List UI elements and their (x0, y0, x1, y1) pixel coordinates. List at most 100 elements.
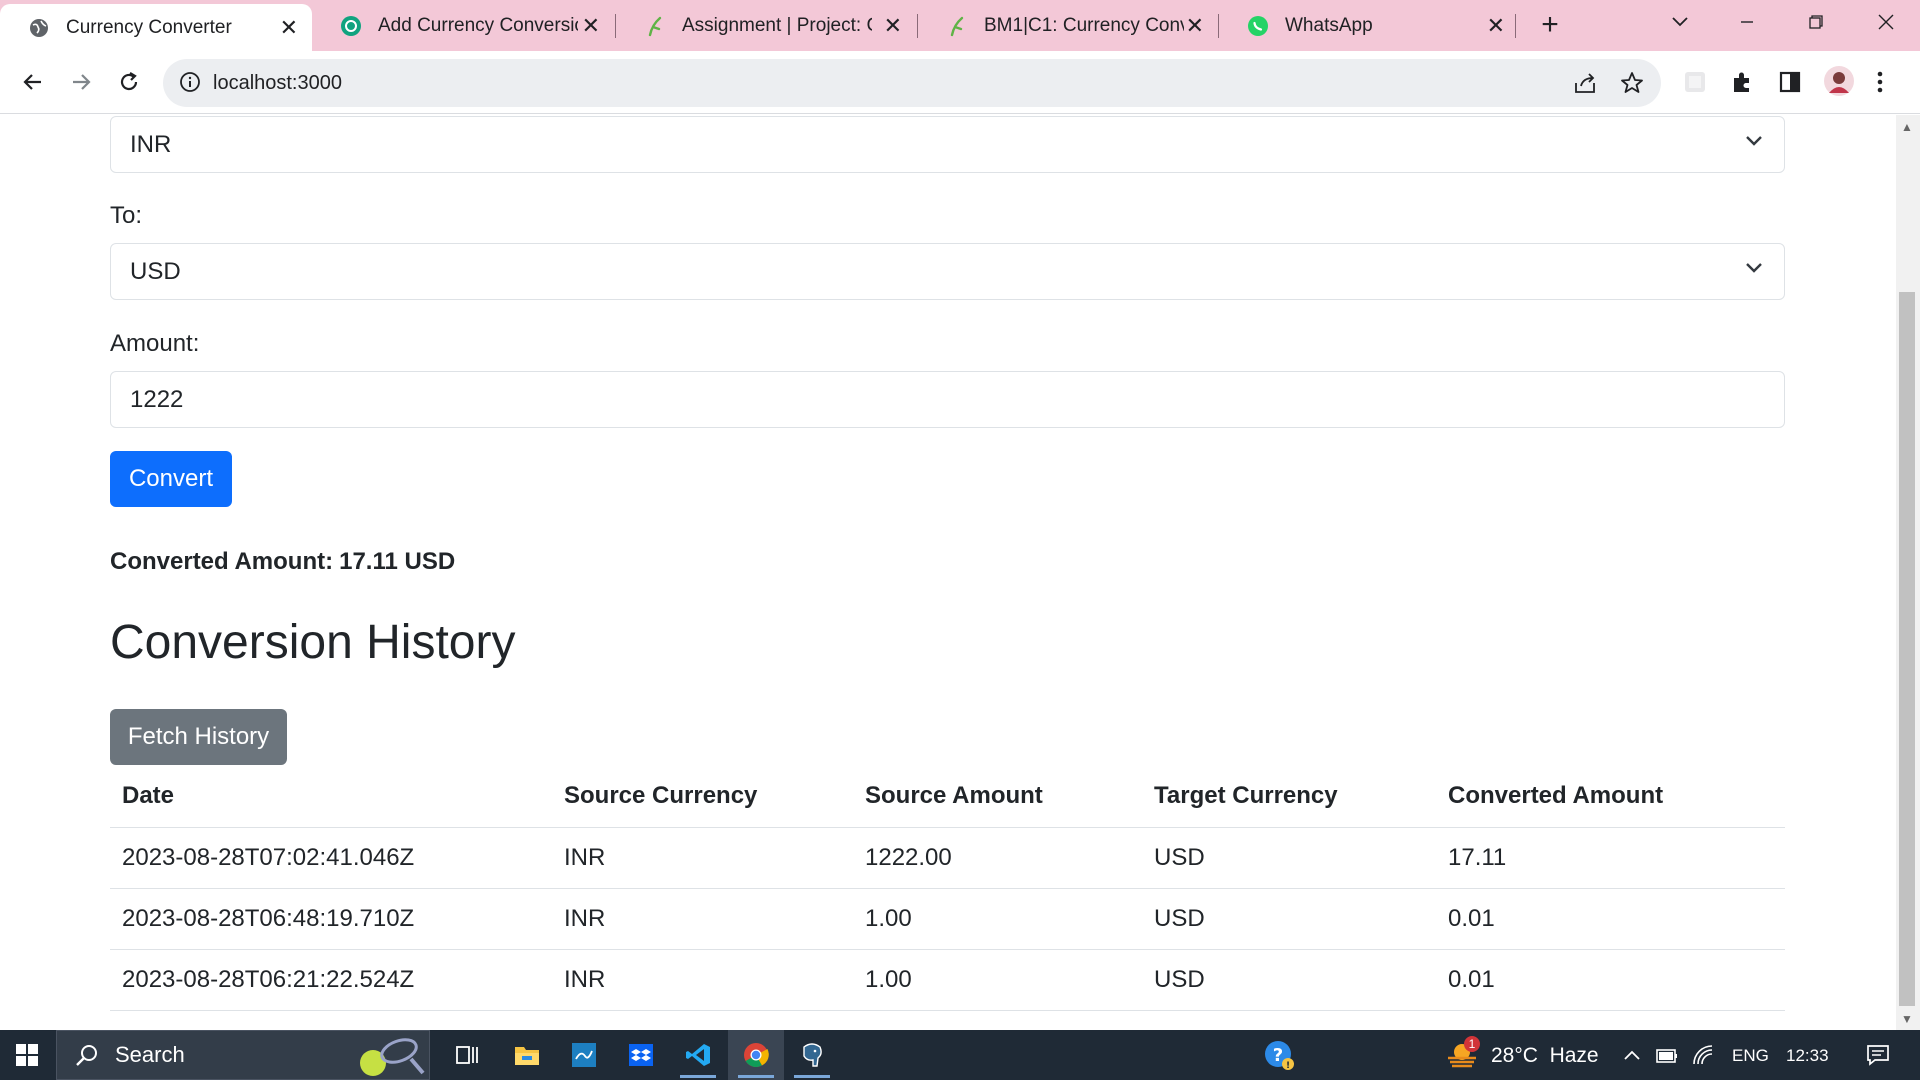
chevron-up-icon[interactable] (1618, 1030, 1646, 1080)
masai-icon (644, 15, 666, 37)
help-icon[interactable]: ?! (1255, 1030, 1303, 1080)
history-table: Date Source Currency Source Amount Targe… (110, 766, 1785, 1011)
amount-label: Amount: (110, 330, 200, 357)
battery-icon[interactable] (1652, 1030, 1682, 1080)
history-heading: Conversion History (110, 616, 516, 669)
close-tab-icon[interactable]: ✕ (1487, 14, 1505, 37)
back-button[interactable] (12, 61, 54, 103)
search-placeholder: Search (115, 1042, 185, 1067)
language-indicator[interactable]: ENG (1732, 1046, 1769, 1066)
file-explorer-icon[interactable] (503, 1030, 551, 1080)
puzzle-icon[interactable] (1730, 70, 1754, 99)
restore-button[interactable] (1786, 0, 1846, 44)
tab-title: Add Currency Conversion (378, 14, 578, 36)
column-header-target-currency: Target Currency (1142, 766, 1436, 828)
fetch-history-button[interactable]: Fetch History (110, 709, 287, 765)
extension-icon[interactable] (1683, 70, 1707, 99)
converted-amount-label: Converted Amount: (110, 548, 334, 575)
mysql-workbench-icon[interactable] (560, 1030, 608, 1080)
arrow-right-icon (73, 74, 91, 90)
close-tab-icon[interactable]: ✕ (280, 16, 298, 39)
profile-avatar[interactable] (1823, 65, 1855, 102)
tab-bm1-currency-converter[interactable]: BM1|C1: Currency Conver ✕ (918, 0, 1218, 51)
svg-text:?: ? (1273, 1045, 1283, 1066)
restore-icon (1809, 15, 1823, 29)
column-header-date: Date (110, 766, 552, 828)
tab-assignment-project[interactable]: Assignment | Project: Curr ✕ (616, 0, 916, 51)
task-view-icon[interactable] (444, 1030, 492, 1080)
converted-amount-value: 17.11 USD (339, 548, 456, 575)
tab-divider (1515, 14, 1516, 38)
postgresql-icon[interactable] (788, 1030, 836, 1080)
column-header-source-currency: Source Currency (552, 766, 853, 828)
weather-text[interactable]: 28°C Haze (1491, 1044, 1599, 1068)
amount-input[interactable]: 1222 (110, 371, 1785, 428)
tab-title: Currency Converter (66, 16, 232, 38)
chatgpt-icon (340, 15, 362, 37)
weather-badge: 1 (1464, 1036, 1480, 1052)
clock[interactable]: 12:33 (1786, 1046, 1829, 1066)
close-icon (1878, 14, 1894, 30)
chrome-icon[interactable] (728, 1030, 784, 1080)
converted-amount: Converted Amount: 17.11 USD (110, 548, 455, 576)
tab-title: Assignment | Project: Curr (682, 14, 872, 36)
cell-converted-amount: 17.11 (1436, 827, 1785, 889)
reload-button[interactable] (108, 61, 150, 103)
minimize-button[interactable] (1717, 0, 1777, 44)
share-icon[interactable] (1573, 71, 1599, 100)
column-header-converted-amount: Converted Amount (1436, 766, 1785, 828)
url-text: localhost:3000 (213, 72, 342, 94)
close-tab-icon[interactable]: ✕ (582, 14, 600, 37)
info-icon[interactable] (179, 71, 201, 98)
address-bar[interactable]: localhost:3000 (163, 59, 1661, 107)
star-icon[interactable] (1620, 71, 1644, 100)
wifi-icon[interactable] (1688, 1030, 1718, 1080)
vscode-icon[interactable] (674, 1030, 722, 1080)
tab-title: WhatsApp (1285, 14, 1373, 36)
close-tab-icon[interactable]: ✕ (1186, 14, 1204, 37)
windows-taskbar: Search ?! 1 28°C Haze ENG 12:33 (0, 1030, 1920, 1080)
reload-icon (120, 72, 138, 91)
side-panel-icon[interactable] (1778, 70, 1802, 99)
dropbox-icon[interactable] (617, 1030, 665, 1080)
to-currency-select[interactable]: USD (110, 243, 1785, 300)
cell-source-amount: 1222.00 (853, 827, 1142, 889)
table-row: 2023-08-28T06:21:22.524Z INR 1.00 USD 0.… (110, 949, 1785, 1011)
amount-value: 1222 (130, 386, 184, 413)
close-tab-icon[interactable]: ✕ (884, 14, 902, 37)
cell-date: 2023-08-28T06:21:22.524Z (110, 949, 552, 1011)
scrollbar-thumb[interactable] (1899, 292, 1915, 1006)
menu-icon[interactable] (1876, 70, 1884, 99)
scroll-down-arrow-icon[interactable]: ▼ (1901, 1012, 1913, 1026)
globe-icon (28, 17, 50, 39)
tab-add-currency-conversion[interactable]: Add Currency Conversion ✕ (312, 0, 614, 51)
tab-title: BM1|C1: Currency Conver (984, 14, 1184, 36)
notifications-icon[interactable] (1858, 1030, 1898, 1080)
cell-source-amount: 1.00 (853, 888, 1142, 950)
cell-converted-amount: 0.01 (1436, 888, 1785, 950)
convert-button[interactable]: Convert (110, 451, 232, 507)
close-window-button[interactable] (1856, 0, 1916, 44)
masai-icon (946, 15, 968, 37)
cell-target-currency: USD (1142, 888, 1436, 950)
tab-currency-converter[interactable]: Currency Converter ✕ (0, 4, 312, 51)
cell-date: 2023-08-28T06:48:19.710Z (110, 888, 552, 950)
cell-source-amount: 1.00 (853, 949, 1142, 1011)
table-row: 2023-08-28T07:02:41.046Z INR 1222.00 USD… (110, 827, 1785, 889)
to-currency-value: USD (130, 258, 181, 285)
tab-search-button[interactable] (1650, 0, 1710, 44)
forward-button[interactable] (60, 61, 102, 103)
cell-converted-amount: 0.01 (1436, 949, 1785, 1011)
svg-text:!: ! (1286, 1061, 1290, 1071)
tab-whatsapp[interactable]: WhatsApp ✕ (1219, 0, 1519, 51)
scroll-up-arrow-icon[interactable]: ▲ (1901, 120, 1913, 134)
from-currency-select[interactable]: INR (110, 116, 1785, 173)
to-label: To: (110, 202, 143, 229)
cell-target-currency: USD (1142, 949, 1436, 1011)
new-tab-button[interactable]: + (1533, 8, 1567, 42)
search-icon (76, 1045, 97, 1066)
start-button[interactable] (0, 1030, 54, 1080)
weather-icon[interactable]: 1 (1440, 1030, 1484, 1080)
arrow-left-icon (23, 74, 41, 90)
taskbar-search[interactable]: Search (56, 1030, 430, 1080)
